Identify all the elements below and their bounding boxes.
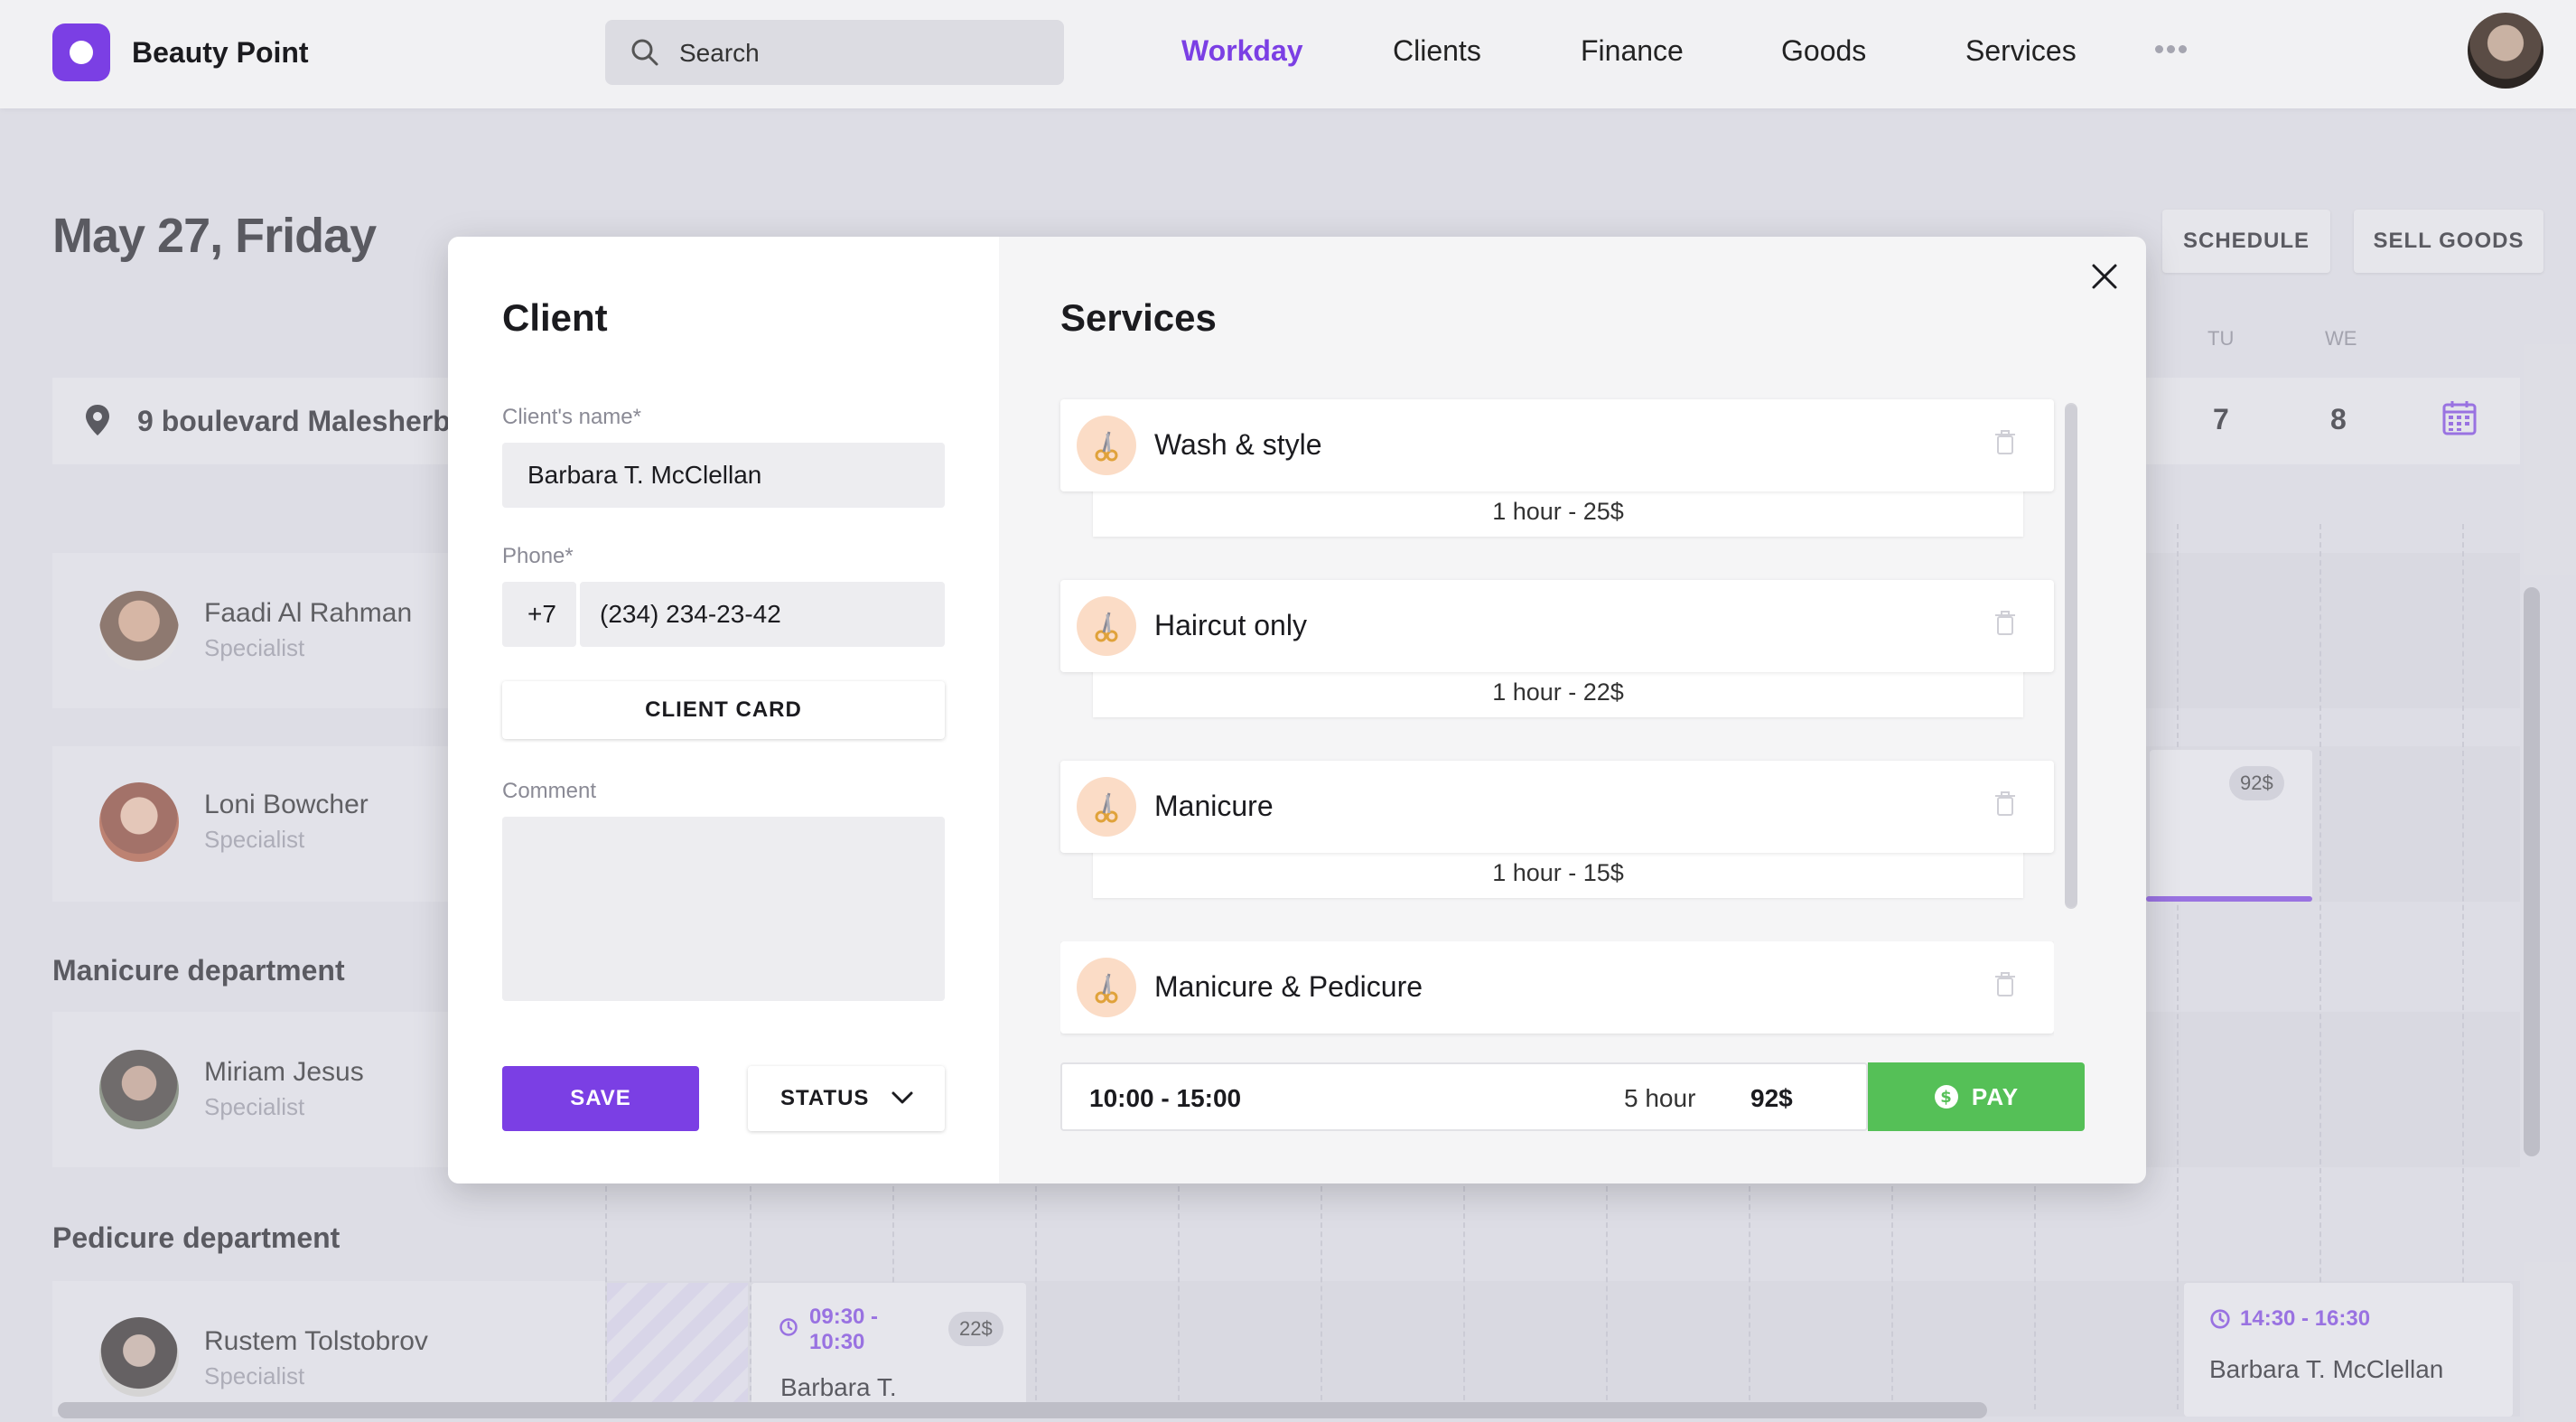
user-avatar[interactable] — [2468, 13, 2543, 89]
service-name: Manicure — [1154, 790, 1274, 822]
scissors-icon — [1077, 777, 1136, 837]
trash-icon[interactable] — [1994, 972, 2016, 997]
services-heading: Services — [1060, 296, 1217, 339]
pay-button[interactable]: $ PAY — [1868, 1062, 2085, 1131]
status-label: STATUS — [780, 1086, 870, 1110]
service-name: Manicure & Pedicure — [1154, 970, 1423, 1003]
trash-icon[interactable] — [1994, 791, 2016, 817]
client-name-label: Client's name* — [502, 405, 641, 429]
service-detail: 1 hour - 15$ — [1093, 847, 2023, 898]
nav-workday[interactable]: Workday — [1181, 34, 1303, 68]
services-scrollbar[interactable] — [2065, 405, 2077, 907]
phone-field[interactable]: (234) 234-23-42 — [580, 582, 945, 647]
search-input[interactable]: Search — [605, 20, 1064, 85]
nav-goods[interactable]: Goods — [1781, 34, 1866, 68]
status-dropdown[interactable]: STATUS — [748, 1066, 945, 1131]
service-list-clip: Manicure & Pedicure — [1060, 941, 2054, 1048]
scissors-icon — [1077, 596, 1136, 656]
client-name-field[interactable]: Barbara T. McClellan — [502, 443, 945, 508]
service-item[interactable]: Manicure & Pedicure — [1060, 941, 2054, 1034]
client-card-button[interactable]: CLIENT CARD — [502, 681, 945, 739]
search-icon — [631, 39, 658, 66]
nav-clients[interactable]: Clients — [1393, 34, 1481, 68]
chevron-down-icon — [891, 1091, 913, 1104]
dollar-icon: $ — [1934, 1085, 1958, 1109]
brand-logo[interactable] — [52, 23, 110, 81]
trash-icon[interactable] — [1994, 430, 2016, 455]
trash-icon[interactable] — [1994, 611, 2016, 636]
phone-code: +7 — [527, 600, 556, 628]
client-name-value: Barbara T. McClellan — [527, 461, 762, 489]
more-menu-icon[interactable] — [2155, 42, 2191, 54]
client-heading: Client — [502, 296, 608, 339]
service-name: Haircut only — [1154, 609, 1307, 641]
service-item[interactable]: Wash & style — [1060, 399, 2054, 491]
brand-name: Beauty Point — [132, 36, 309, 69]
summary-duration: 5 hour — [1624, 1084, 1696, 1112]
close-icon[interactable] — [2086, 258, 2123, 295]
pay-label: PAY — [1971, 1082, 2020, 1110]
appointment-modal: Client Client's name* Barbara T. McClell… — [448, 237, 2146, 1183]
scissors-icon — [1077, 958, 1136, 1017]
service-detail: 1 hour - 22$ — [1093, 667, 2023, 717]
phone-value: (234) 234-23-42 — [600, 600, 781, 628]
search-placeholder: Search — [679, 39, 760, 67]
service-detail: 1 hour - 25$ — [1093, 486, 2023, 537]
svg-text:$: $ — [1940, 1088, 1953, 1107]
comment-label: Comment — [502, 779, 597, 803]
service-name: Wash & style — [1154, 428, 1322, 461]
service-item[interactable]: Haircut only — [1060, 580, 2054, 672]
comment-field[interactable] — [502, 817, 945, 1001]
service-item[interactable]: Manicure — [1060, 761, 2054, 853]
scissors-icon — [1077, 416, 1136, 475]
save-button[interactable]: SAVE — [502, 1066, 699, 1131]
phone-code-field[interactable]: +7 — [502, 582, 576, 647]
order-summary: 10:00 - 15:00 5 hour 92$ — [1060, 1062, 1868, 1131]
summary-time-range: 10:00 - 15:00 — [1089, 1084, 1242, 1112]
nav-finance[interactable]: Finance — [1581, 34, 1684, 68]
nav-services[interactable]: Services — [1965, 34, 2077, 68]
top-navigation: Beauty Point Search Workday Clients Fina… — [0, 0, 2576, 108]
summary-total: 92$ — [1750, 1084, 1793, 1112]
phone-label: Phone* — [502, 544, 574, 568]
